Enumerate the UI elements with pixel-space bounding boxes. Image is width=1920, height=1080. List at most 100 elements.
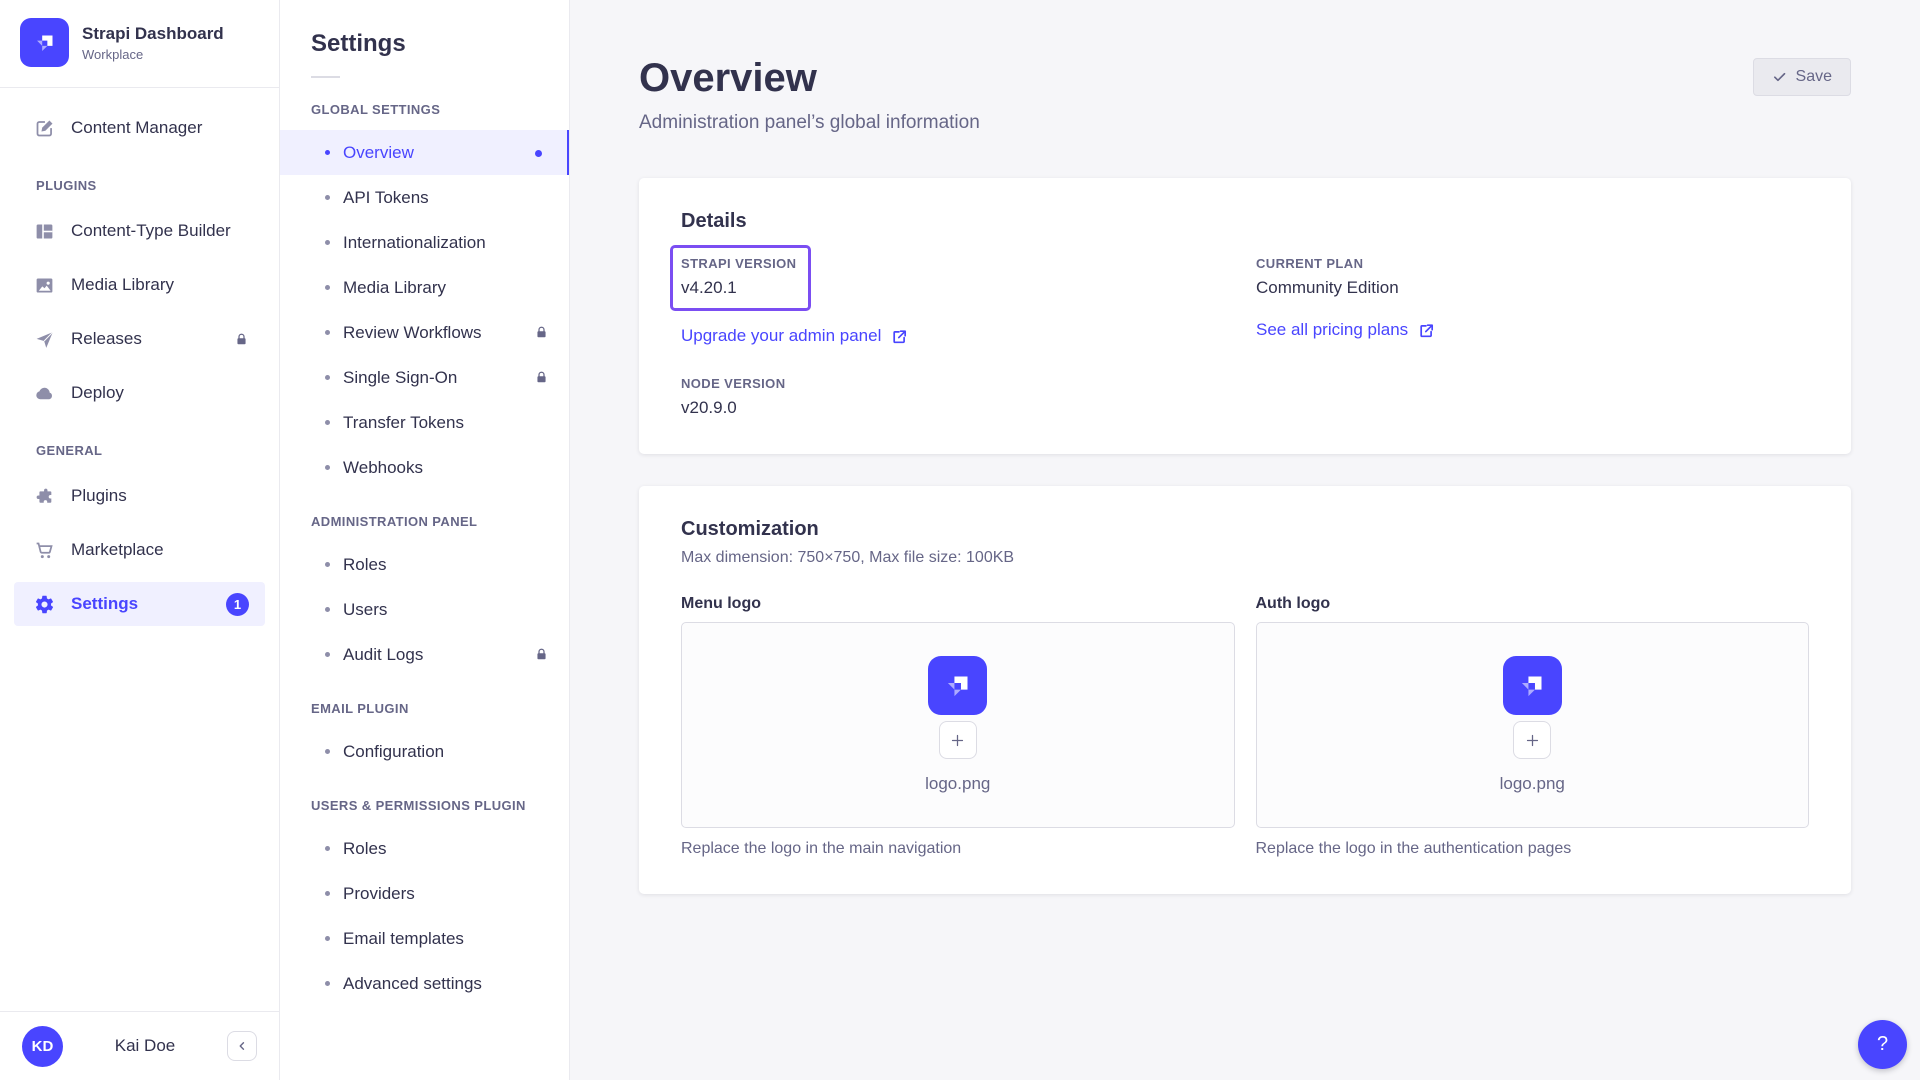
brand-subtitle: Workplace xyxy=(82,47,224,62)
settings-nav-item-label: Audit Logs xyxy=(343,645,423,665)
settings-nav-item-label: Configuration xyxy=(343,742,444,762)
logo-filename: logo.png xyxy=(1500,774,1565,794)
bullet-icon xyxy=(325,936,330,941)
logo-upload-column-menu-logo: Menu logo logo.png Replace the logo in t… xyxy=(681,595,1235,858)
settings-nav-item-label: Roles xyxy=(343,839,386,859)
check-icon xyxy=(1772,70,1787,85)
subnav-section-label: USERS & PERMISSIONS PLUGIN xyxy=(280,798,569,813)
settings-nav-item-api-tokens[interactable]: API Tokens xyxy=(280,175,569,220)
add-logo-button[interactable] xyxy=(939,721,977,759)
subnav-section: ADMINISTRATION PANEL Roles Users Audit L… xyxy=(280,514,569,677)
details-card: Details STRAPI VERSION v4.20.1 Upgrade y… xyxy=(639,178,1851,454)
sidebar-item-label: Media Library xyxy=(71,275,174,295)
strapi-version-value: v4.20.1 xyxy=(681,278,796,298)
bullet-icon xyxy=(325,749,330,754)
node-version-value: v20.9.0 xyxy=(681,398,1256,418)
settings-nav-item-roles[interactable]: Roles xyxy=(280,826,569,871)
collapse-sidebar-button[interactable] xyxy=(227,1031,257,1061)
bullet-icon xyxy=(325,195,330,200)
sidebar-item-settings[interactable]: Settings 1 xyxy=(14,582,265,626)
bullet-icon xyxy=(325,150,330,155)
logo-upload-label: Auth logo xyxy=(1256,595,1810,613)
brand[interactable]: Strapi Dashboard Workplace xyxy=(0,0,279,87)
main-sidebar: Strapi Dashboard Workplace Content Manag… xyxy=(0,0,280,1080)
settings-nav-item-transfer-tokens[interactable]: Transfer Tokens xyxy=(280,400,569,445)
subnav-sections: GLOBAL SETTINGS Overview API Tokens Inte… xyxy=(280,102,569,1006)
pen-icon xyxy=(34,118,55,139)
settings-nav-item-label: Roles xyxy=(343,555,386,575)
sidebar-item-marketplace[interactable]: Marketplace xyxy=(14,528,265,572)
subnav-section-label: EMAIL PLUGIN xyxy=(280,701,569,716)
bullet-icon xyxy=(325,420,330,425)
save-button-label: Save xyxy=(1796,68,1832,86)
user-menu[interactable]: KD Kai Doe xyxy=(0,1011,279,1080)
settings-nav-item-email-templates[interactable]: Email templates xyxy=(280,916,569,961)
app: Strapi Dashboard Workplace Content Manag… xyxy=(0,0,1920,1080)
sidebar-item-plugins[interactable]: Plugins xyxy=(14,474,265,518)
sidebar-section-label: GENERAL xyxy=(0,443,279,458)
settings-nav-item-configuration[interactable]: Configuration xyxy=(280,729,569,774)
settings-nav-item-media-library[interactable]: Media Library xyxy=(280,265,569,310)
sidebar-item-deploy[interactable]: Deploy xyxy=(14,371,265,415)
lock-icon xyxy=(534,647,549,662)
upgrade-admin-panel-link[interactable]: Upgrade your admin panel xyxy=(681,326,908,346)
bullet-icon xyxy=(325,285,330,290)
settings-nav-item-audit-logs[interactable]: Audit Logs xyxy=(280,632,569,677)
sidebar-item-media-library[interactable]: Media Library xyxy=(14,263,265,307)
subnav-section: USERS & PERMISSIONS PLUGIN Roles Provide… xyxy=(280,798,569,1006)
image-icon xyxy=(34,275,55,296)
settings-nav-item-label: Media Library xyxy=(343,278,446,298)
subnav-section-label: ADMINISTRATION PANEL xyxy=(280,514,569,529)
settings-nav-item-internationalization[interactable]: Internationalization xyxy=(280,220,569,265)
strapi-logo-icon xyxy=(1503,656,1562,715)
external-link-icon xyxy=(891,328,908,345)
logo-grid: Menu logo logo.png Replace the logo in t… xyxy=(681,595,1809,858)
sidebar-item-label: Plugins xyxy=(71,486,127,506)
subnav-title: Settings xyxy=(280,0,569,58)
external-link-icon xyxy=(1418,322,1435,339)
pricing-plans-link[interactable]: See all pricing plans xyxy=(1256,320,1435,340)
notification-dot xyxy=(535,150,542,157)
plus-icon xyxy=(949,732,966,749)
settings-nav-item-label: Single Sign-On xyxy=(343,368,457,388)
subnav-section: GLOBAL SETTINGS Overview API Tokens Inte… xyxy=(280,102,569,490)
settings-nav-item-review-workflows[interactable]: Review Workflows xyxy=(280,310,569,355)
settings-nav-item-advanced-settings[interactable]: Advanced settings xyxy=(280,961,569,1006)
sidebar-item-label: Content-Type Builder xyxy=(71,221,231,241)
sidebar-item-label: Marketplace xyxy=(71,540,164,560)
sidebar-item-content-manager[interactable]: Content Manager xyxy=(14,106,265,150)
settings-nav-item-users[interactable]: Users xyxy=(280,587,569,632)
settings-subnav: Settings GLOBAL SETTINGS Overview API To… xyxy=(280,0,570,1080)
settings-nav-item-label: Advanced settings xyxy=(343,974,482,994)
settings-nav-item-roles[interactable]: Roles xyxy=(280,542,569,587)
save-button[interactable]: Save xyxy=(1753,58,1851,96)
sidebar-item-label: Releases xyxy=(71,329,142,349)
settings-nav-item-label: Internationalization xyxy=(343,233,486,253)
strapi-logo-icon xyxy=(20,18,69,67)
customization-card-subtitle: Max dimension: 750×750, Max file size: 1… xyxy=(681,549,1809,567)
settings-nav-item-providers[interactable]: Providers xyxy=(280,871,569,916)
sidebar-item-content-type-builder[interactable]: Content-Type Builder xyxy=(14,209,265,253)
settings-nav-item-single-sign-on[interactable]: Single Sign-On xyxy=(280,355,569,400)
lock-icon xyxy=(234,332,249,347)
add-logo-button[interactable] xyxy=(1513,721,1551,759)
settings-nav-item-label: Email templates xyxy=(343,929,464,949)
sidebar-item-releases[interactable]: Releases xyxy=(14,317,265,361)
sidebar-item-label: Deploy xyxy=(71,383,124,403)
logo-upload-hint: Replace the logo in the authentication p… xyxy=(1256,840,1810,858)
logo-upload-dropzone[interactable]: logo.png xyxy=(681,622,1235,828)
bullet-icon xyxy=(325,652,330,657)
settings-nav-item-webhooks[interactable]: Webhooks xyxy=(280,445,569,490)
bullet-icon xyxy=(325,465,330,470)
layout-icon xyxy=(34,221,55,242)
page-subtitle: Administration panel’s global informatio… xyxy=(639,112,980,134)
bullet-icon xyxy=(325,330,330,335)
settings-nav-item-overview[interactable]: Overview xyxy=(280,130,569,175)
bullet-icon xyxy=(325,891,330,896)
bullet-icon xyxy=(325,375,330,380)
settings-nav-item-label: Providers xyxy=(343,884,415,904)
help-button[interactable]: ? xyxy=(1858,1020,1907,1069)
logo-upload-dropzone[interactable]: logo.png xyxy=(1256,622,1810,828)
strapi-logo-icon xyxy=(928,656,987,715)
sidebar-item-label: Settings xyxy=(71,594,138,614)
